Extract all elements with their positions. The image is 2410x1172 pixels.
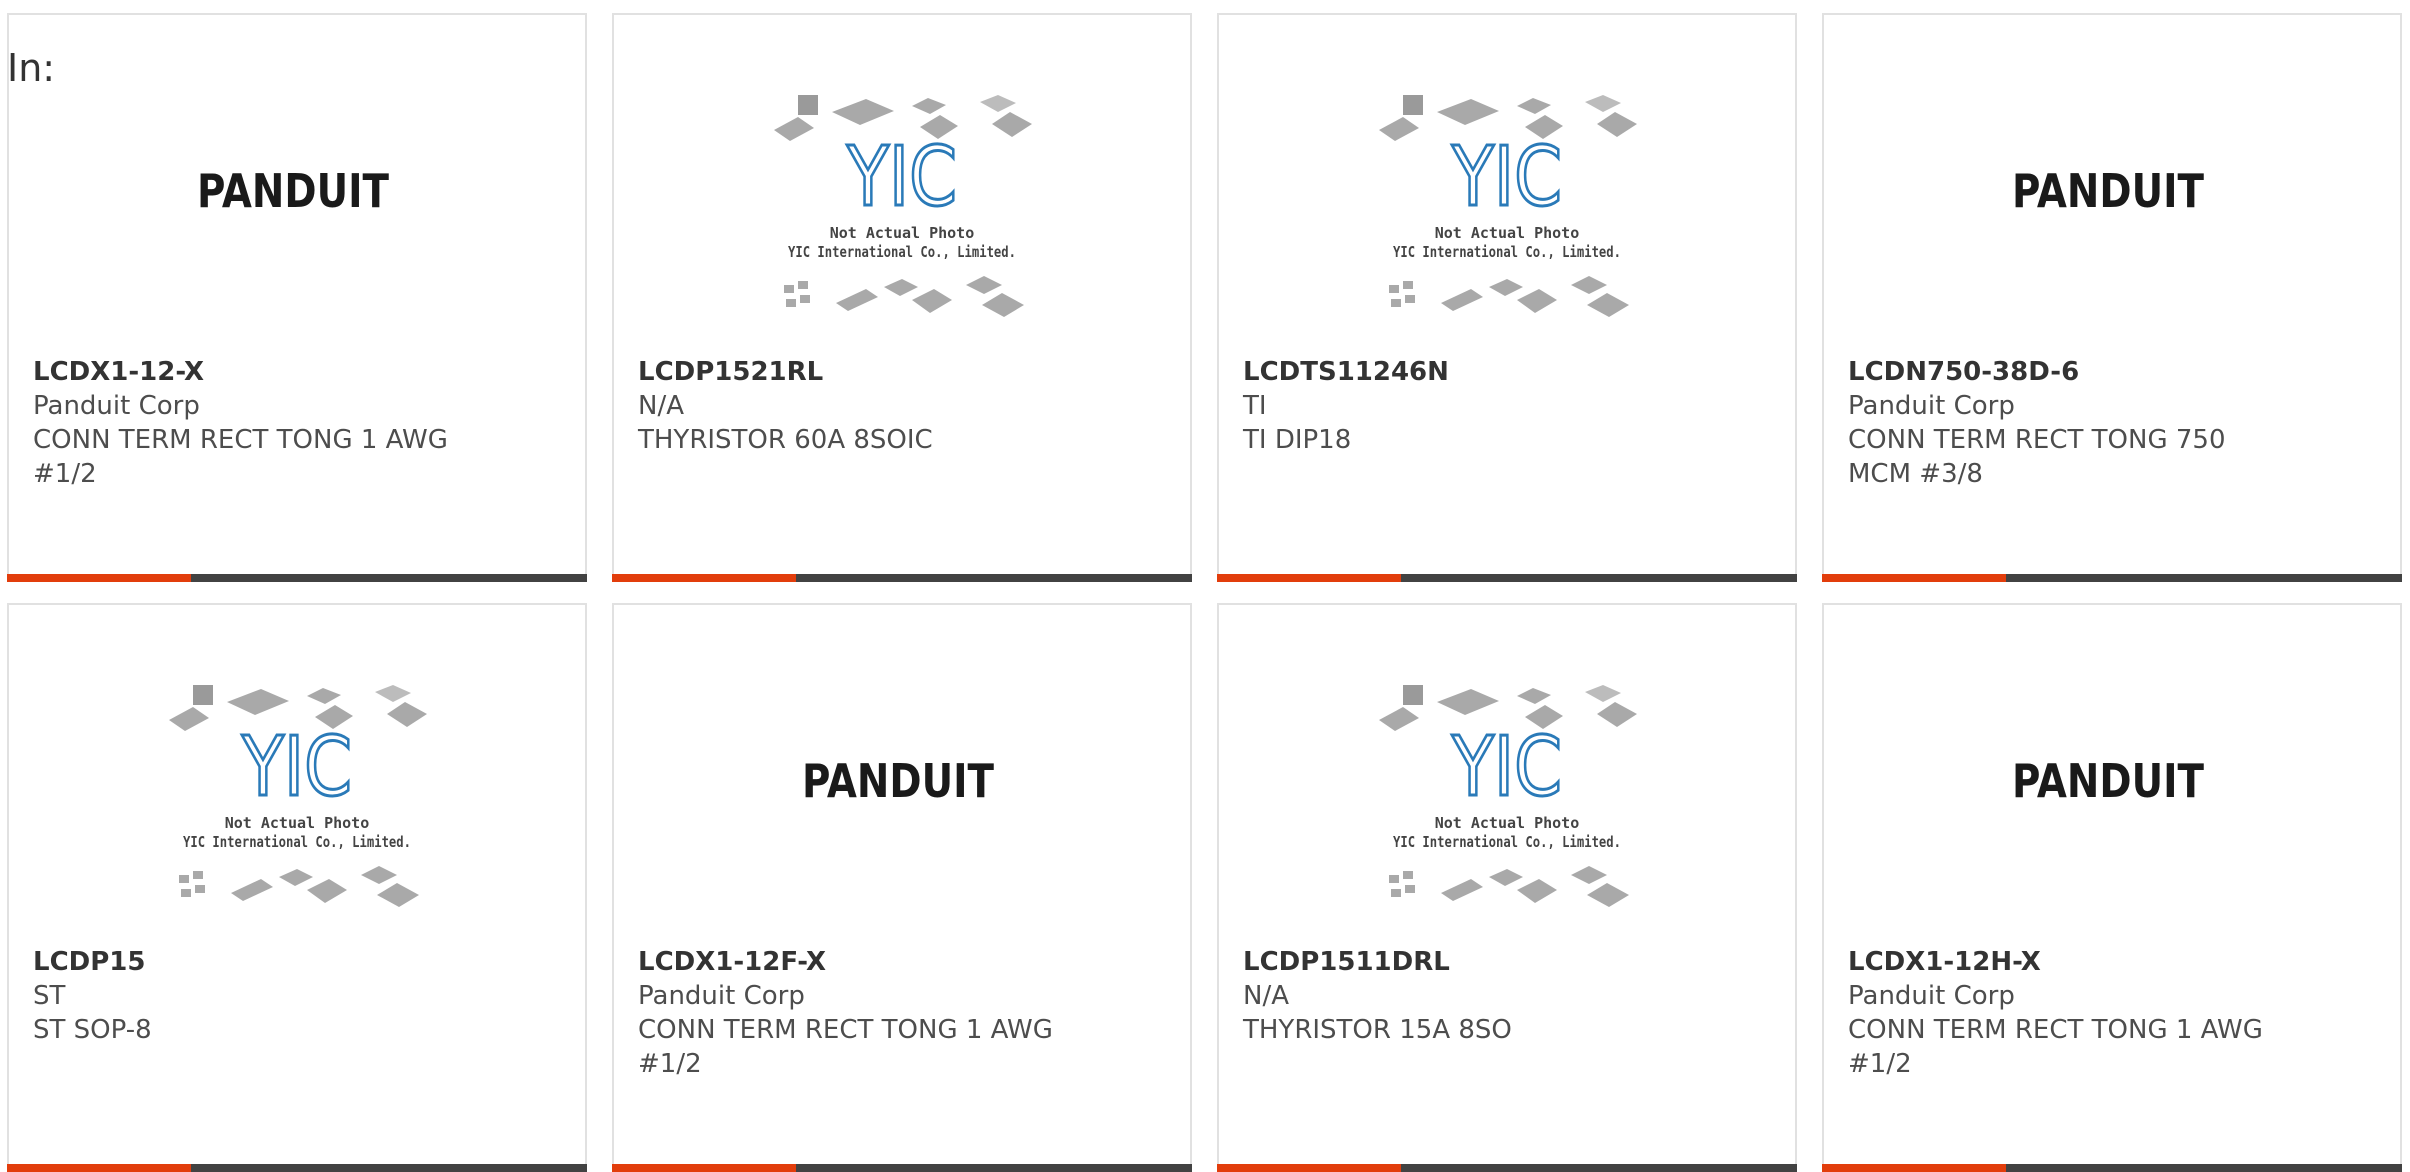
manufacturer: Panduit Corp — [1848, 391, 2015, 421]
card-bar-accent — [1217, 574, 1401, 582]
product-card[interactable]: YIC Not Actual Photo YIC International C… — [1217, 13, 1797, 582]
description: THYRISTOR 60A 8SOIC — [638, 425, 933, 455]
part-number[interactable]: LCDN750-38D-6 — [1848, 355, 2278, 389]
card-bar — [1822, 574, 2402, 582]
card-bar-accent — [7, 1164, 191, 1172]
product-card[interactable]: PANDUIT LCDX1-12F-X Panduit Corp CONN TE… — [612, 603, 1192, 1172]
product-image: YIC Not Actual Photo YIC International C… — [614, 95, 1190, 365]
manufacturer: ST — [33, 981, 66, 1011]
svg-text:YIC: YIC — [1451, 720, 1562, 815]
card-bar — [1217, 1164, 1797, 1172]
manufacturer: Panduit Corp — [638, 981, 805, 1011]
svg-text:PANDUIT: PANDUIT — [2012, 755, 2205, 805]
svg-text:YIC: YIC — [846, 130, 957, 225]
product-image: YIC Not Actual Photo YIC International C… — [9, 685, 585, 955]
description: CONN TERM RECT TONG 1 AWG #1/2 — [1848, 1015, 2263, 1079]
card-bar — [612, 574, 1192, 582]
product-card[interactable]: PANDUIT LCDN750-38D-6 Panduit Corp CONN … — [1822, 13, 2402, 582]
part-number[interactable]: LCDX1-12-X — [33, 355, 463, 389]
manufacturer: N/A — [638, 391, 684, 421]
manufacturer: N/A — [1243, 981, 1289, 1011]
card-bar-accent — [612, 574, 796, 582]
svg-text:YIC International Co., Limited: YIC International Co., Limited. — [1393, 243, 1621, 261]
part-number[interactable]: LCDP1511DRL — [1243, 945, 1673, 979]
svg-text:Not Actual Photo: Not Actual Photo — [1435, 224, 1580, 242]
svg-text:YIC International Co., Limited: YIC International Co., Limited. — [788, 243, 1016, 261]
description: ST SOP-8 — [33, 1015, 152, 1045]
product-card[interactable]: YIC Not Actual Photo YIC International C… — [7, 603, 587, 1172]
product-image: YIC Not Actual Photo YIC International C… — [1219, 95, 1795, 365]
card-bar — [7, 574, 587, 582]
manufacturer: TI — [1243, 391, 1267, 421]
svg-text:PANDUIT: PANDUIT — [197, 165, 390, 215]
svg-text:YIC International Co., Limited: YIC International Co., Limited. — [1393, 833, 1621, 851]
product-image: YIC Not Actual Photo YIC International C… — [1219, 685, 1795, 955]
product-grid: PANDUIT LCDX1-12-X Panduit Corp CONN TER… — [7, 13, 2403, 1172]
description: CONN TERM RECT TONG 750 MCM #3/8 — [1848, 425, 2226, 489]
card-bar-accent — [1217, 1164, 1401, 1172]
card-bar — [612, 1164, 1192, 1172]
card-bar — [1217, 574, 1797, 582]
card-bar — [7, 1164, 587, 1172]
panduit-logo-icon: PANDUIT — [2012, 165, 2205, 215]
filter-in-label: In: — [7, 46, 56, 90]
svg-text:YIC: YIC — [241, 720, 352, 815]
description: TI DIP18 — [1243, 425, 1352, 455]
svg-text:YIC: YIC — [1451, 130, 1562, 225]
product-card[interactable]: YIC Not Actual Photo YIC International C… — [1217, 603, 1797, 1172]
manufacturer: Panduit Corp — [1848, 981, 2015, 1011]
svg-text:PANDUIT: PANDUIT — [802, 755, 995, 805]
description: CONN TERM RECT TONG 1 AWG #1/2 — [33, 425, 448, 489]
description: CONN TERM RECT TONG 1 AWG #1/2 — [638, 1015, 1053, 1079]
product-card[interactable]: PANDUIT LCDX1-12H-X Panduit Corp CONN TE… — [1822, 603, 2402, 1172]
product-card[interactable]: YIC Not Actual Photo YIC International C… — [612, 13, 1192, 582]
part-number[interactable]: LCDP15 — [33, 945, 463, 979]
card-bar-accent — [1822, 1164, 2006, 1172]
yic-placeholder-icon: YIC Not Actual Photo YIC International C… — [169, 685, 427, 907]
yic-placeholder-icon: YIC Not Actual Photo YIC International C… — [774, 95, 1032, 317]
card-bar-accent — [612, 1164, 796, 1172]
description: THYRISTOR 15A 8SO — [1243, 1015, 1512, 1045]
svg-text:YIC International Co., Limited: YIC International Co., Limited. — [183, 833, 411, 851]
part-number[interactable]: LCDP1521RL — [638, 355, 1068, 389]
part-number[interactable]: LCDX1-12H-X — [1848, 945, 2278, 979]
svg-text:PANDUIT: PANDUIT — [2012, 165, 2205, 215]
product-card[interactable]: PANDUIT LCDX1-12-X Panduit Corp CONN TER… — [7, 13, 587, 582]
svg-text:Not Actual Photo: Not Actual Photo — [830, 224, 975, 242]
card-bar-accent — [1822, 574, 2006, 582]
svg-text:Not Actual Photo: Not Actual Photo — [1435, 814, 1580, 832]
card-bar — [1822, 1164, 2402, 1172]
part-number[interactable]: LCDTS11246N — [1243, 355, 1673, 389]
part-number[interactable]: LCDX1-12F-X — [638, 945, 1068, 979]
yic-placeholder-icon: YIC Not Actual Photo YIC International C… — [1379, 95, 1637, 317]
manufacturer: Panduit Corp — [33, 391, 200, 421]
panduit-logo-icon: PANDUIT — [802, 755, 995, 805]
panduit-logo-icon: PANDUIT — [197, 165, 390, 215]
card-bar-accent — [7, 574, 191, 582]
panduit-logo-icon: PANDUIT — [2012, 755, 2205, 805]
yic-placeholder-icon: YIC Not Actual Photo YIC International C… — [1379, 685, 1637, 907]
svg-text:Not Actual Photo: Not Actual Photo — [225, 814, 370, 832]
